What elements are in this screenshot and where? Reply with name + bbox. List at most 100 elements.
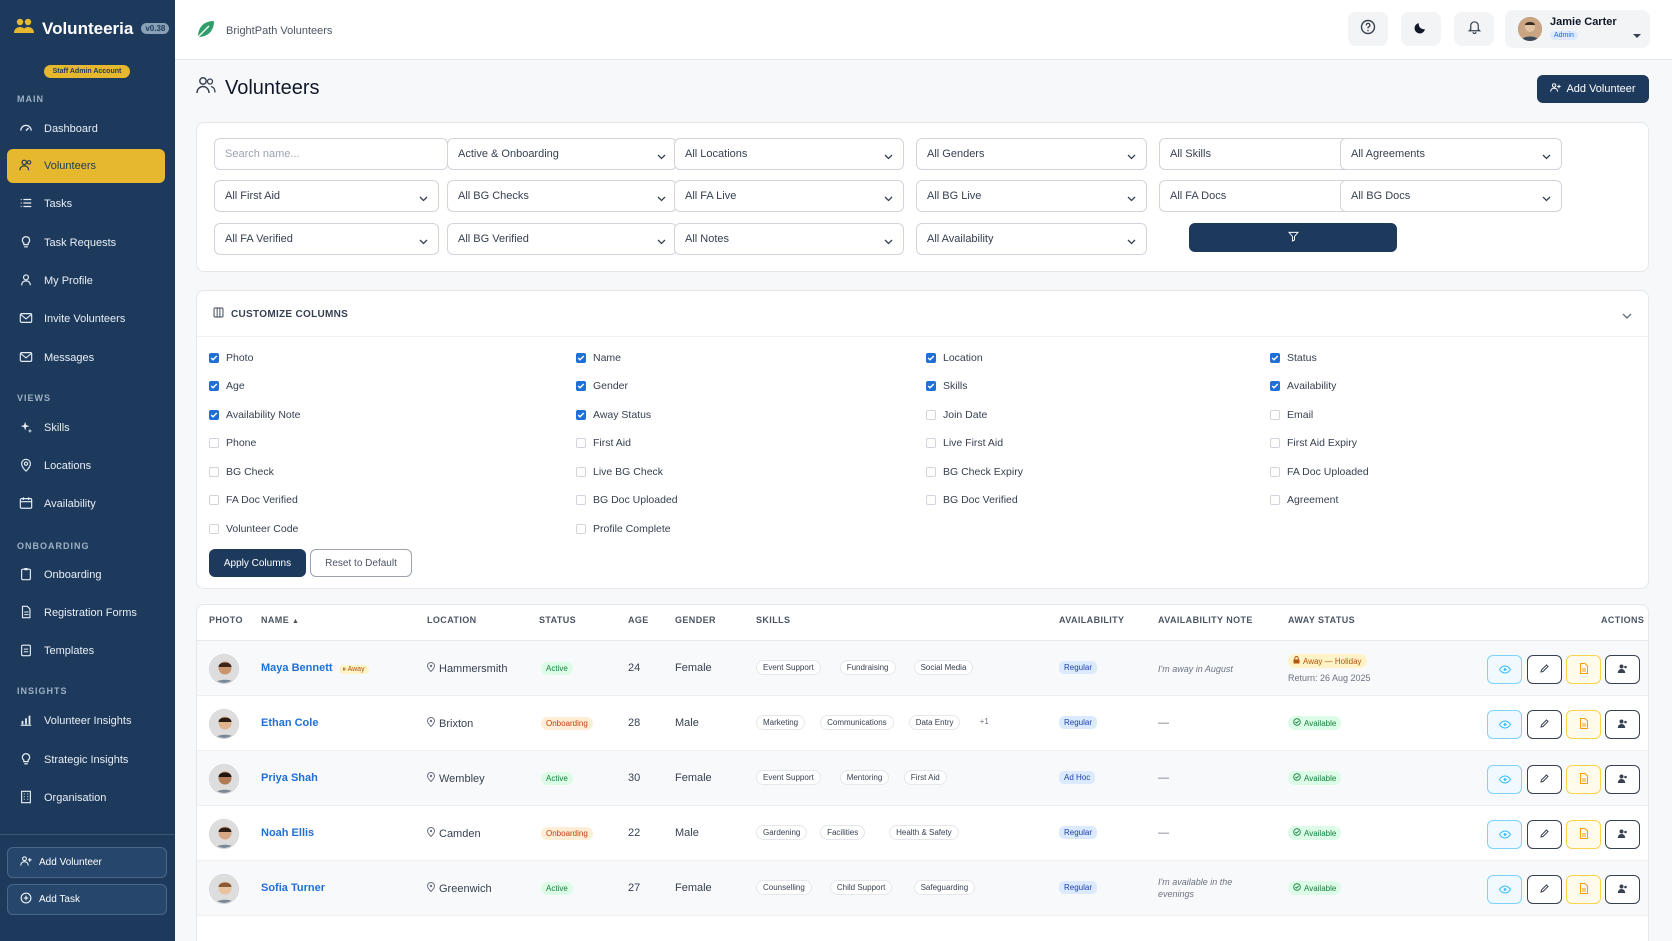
- column-checkbox[interactable]: Name: [576, 352, 621, 364]
- user-menu[interactable]: Jamie Carter Admin: [1505, 10, 1650, 48]
- checkbox-empty-icon[interactable]: [576, 495, 586, 505]
- column-checkbox[interactable]: Live First Aid: [926, 437, 1003, 449]
- documents-button[interactable]: [1566, 765, 1601, 794]
- checkbox-checked-icon[interactable]: [209, 410, 219, 420]
- view-button[interactable]: [1487, 710, 1522, 739]
- sidebar-item-availability[interactable]: Availability: [7, 487, 165, 521]
- column-checkbox[interactable]: Availability Note: [209, 409, 301, 421]
- table-row[interactable]: Sofia Turner Greenwich Active 27 Female Couns…: [197, 861, 1648, 916]
- filter-select[interactable]: All Availability: [916, 223, 1147, 255]
- column-checkbox[interactable]: FA Doc Verified: [209, 494, 298, 506]
- view-button[interactable]: [1487, 820, 1522, 849]
- sidebar-item-strategic-insights[interactable]: Strategic Insights: [7, 743, 165, 777]
- volunteer-name-link[interactable]: Priya Shah: [261, 772, 318, 784]
- table-row[interactable]: Priya Shah Wembley Active 30 Female Event Sup…: [197, 751, 1648, 806]
- volunteer-name-link[interactable]: Ethan Cole: [261, 717, 318, 729]
- checkbox-checked-icon[interactable]: [209, 353, 219, 363]
- assign-button[interactable]: [1605, 710, 1640, 739]
- sidebar-item-registration-forms[interactable]: Registration Forms: [7, 596, 165, 630]
- filter-select[interactable]: All Locations: [674, 138, 904, 170]
- filter-select[interactable]: All FA Live: [674, 180, 904, 212]
- sidebar-add-volunteer-button[interactable]: Add Volunteer: [7, 847, 167, 878]
- checkbox-checked-icon[interactable]: [576, 353, 586, 363]
- checkbox-empty-icon[interactable]: [1270, 495, 1280, 505]
- assign-button[interactable]: [1605, 875, 1640, 904]
- column-checkbox[interactable]: Live BG Check: [576, 466, 663, 478]
- checkbox-empty-icon[interactable]: [576, 438, 586, 448]
- help-button[interactable]: [1348, 12, 1388, 46]
- column-checkbox[interactable]: Profile Complete: [576, 523, 671, 535]
- filter-select[interactable]: All First Aid: [214, 180, 439, 212]
- column-checkbox[interactable]: First Aid Expiry: [1270, 437, 1357, 449]
- checkbox-checked-icon[interactable]: [209, 381, 219, 391]
- checkbox-empty-icon[interactable]: [576, 524, 586, 534]
- checkbox-checked-icon[interactable]: [576, 410, 586, 420]
- documents-button[interactable]: [1566, 655, 1601, 684]
- column-checkbox[interactable]: BG Check Expiry: [926, 466, 1023, 478]
- checkbox-checked-icon[interactable]: [1270, 381, 1280, 391]
- sidebar-item-volunteer-insights[interactable]: Volunteer Insights: [7, 704, 165, 738]
- edit-button[interactable]: [1527, 875, 1562, 904]
- filter-select[interactable]: Active & Onboarding: [447, 138, 677, 170]
- checkbox-empty-icon[interactable]: [209, 467, 219, 477]
- volunteer-name-link[interactable]: Sofia Turner: [261, 882, 325, 894]
- checkbox-checked-icon[interactable]: [926, 353, 936, 363]
- chevron-down-icon[interactable]: [1622, 307, 1632, 325]
- checkbox-empty-icon[interactable]: [1270, 467, 1280, 477]
- sidebar-item-volunteers[interactable]: Volunteers: [7, 149, 165, 183]
- apply-columns-button[interactable]: Apply Columns: [209, 549, 306, 577]
- checkbox-checked-icon[interactable]: [576, 381, 586, 391]
- filter-select[interactable]: All BG Live: [916, 180, 1147, 212]
- sidebar-item-locations[interactable]: Locations: [7, 449, 165, 483]
- column-checkbox[interactable]: Join Date: [926, 409, 987, 421]
- column-checkbox[interactable]: Volunteer Code: [209, 523, 298, 535]
- search-input[interactable]: [214, 138, 448, 170]
- checkbox-empty-icon[interactable]: [1270, 410, 1280, 420]
- table-row[interactable]: Maya Bennett ⏸ Away Hammersmith Active 24 Fem…: [197, 641, 1648, 696]
- column-checkbox[interactable]: Away Status: [576, 409, 651, 421]
- volunteer-name-link[interactable]: Maya Bennett ⏸ Away: [261, 662, 369, 674]
- sidebar-item-tasks[interactable]: Tasks: [7, 187, 165, 221]
- sidebar-item-my-profile[interactable]: My Profile: [7, 264, 165, 298]
- theme-toggle-button[interactable]: [1401, 12, 1441, 46]
- sidebar-item-invite-volunteers[interactable]: Invite Volunteers: [7, 302, 165, 336]
- assign-button[interactable]: [1605, 655, 1640, 684]
- reset-to-default-button[interactable]: Reset to Default: [310, 549, 412, 577]
- column-header-name[interactable]: NAME ▲: [261, 615, 299, 625]
- search-field[interactable]: [225, 148, 447, 160]
- column-checkbox[interactable]: Age: [209, 380, 245, 392]
- more-skills-count[interactable]: +1: [980, 717, 989, 726]
- checkbox-empty-icon[interactable]: [576, 467, 586, 477]
- filter-select[interactable]: All BG Verified: [447, 223, 677, 255]
- checkbox-empty-icon[interactable]: [1270, 438, 1280, 448]
- column-checkbox[interactable]: Availability: [1270, 380, 1336, 392]
- filter-select[interactable]: All Notes: [674, 223, 904, 255]
- checkbox-empty-icon[interactable]: [926, 467, 936, 477]
- checkbox-checked-icon[interactable]: [1270, 353, 1280, 363]
- column-checkbox[interactable]: Email: [1270, 409, 1313, 421]
- documents-button[interactable]: [1566, 710, 1601, 739]
- sidebar-item-organisation[interactable]: Organisation: [7, 781, 165, 815]
- column-checkbox[interactable]: Agreement: [1270, 494, 1338, 506]
- sidebar-item-templates[interactable]: Templates: [7, 634, 165, 668]
- edit-button[interactable]: [1527, 655, 1562, 684]
- documents-button[interactable]: [1566, 875, 1601, 904]
- sidebar-item-skills[interactable]: Skills: [7, 411, 165, 445]
- edit-button[interactable]: [1527, 820, 1562, 849]
- checkbox-checked-icon[interactable]: [926, 381, 936, 391]
- column-checkbox[interactable]: Location: [926, 352, 983, 364]
- checkbox-empty-icon[interactable]: [209, 495, 219, 505]
- filter-select[interactable]: All Agreements: [1340, 138, 1562, 170]
- add-volunteer-button[interactable]: Add Volunteer: [1537, 75, 1649, 103]
- view-button[interactable]: [1487, 875, 1522, 904]
- sidebar-add-task-button[interactable]: Add Task: [7, 884, 167, 915]
- volunteer-name-link[interactable]: Noah Ellis: [261, 827, 314, 839]
- documents-button[interactable]: [1566, 820, 1601, 849]
- table-row[interactable]: Noah Ellis Camden Onboarding 22 Male Gardenin…: [197, 806, 1648, 861]
- column-checkbox[interactable]: Gender: [576, 380, 628, 392]
- filter-select[interactable]: All BG Checks: [447, 180, 677, 212]
- edit-button[interactable]: [1527, 710, 1562, 739]
- edit-button[interactable]: [1527, 765, 1562, 794]
- column-checkbox[interactable]: Skills: [926, 380, 968, 392]
- checkbox-empty-icon[interactable]: [926, 410, 936, 420]
